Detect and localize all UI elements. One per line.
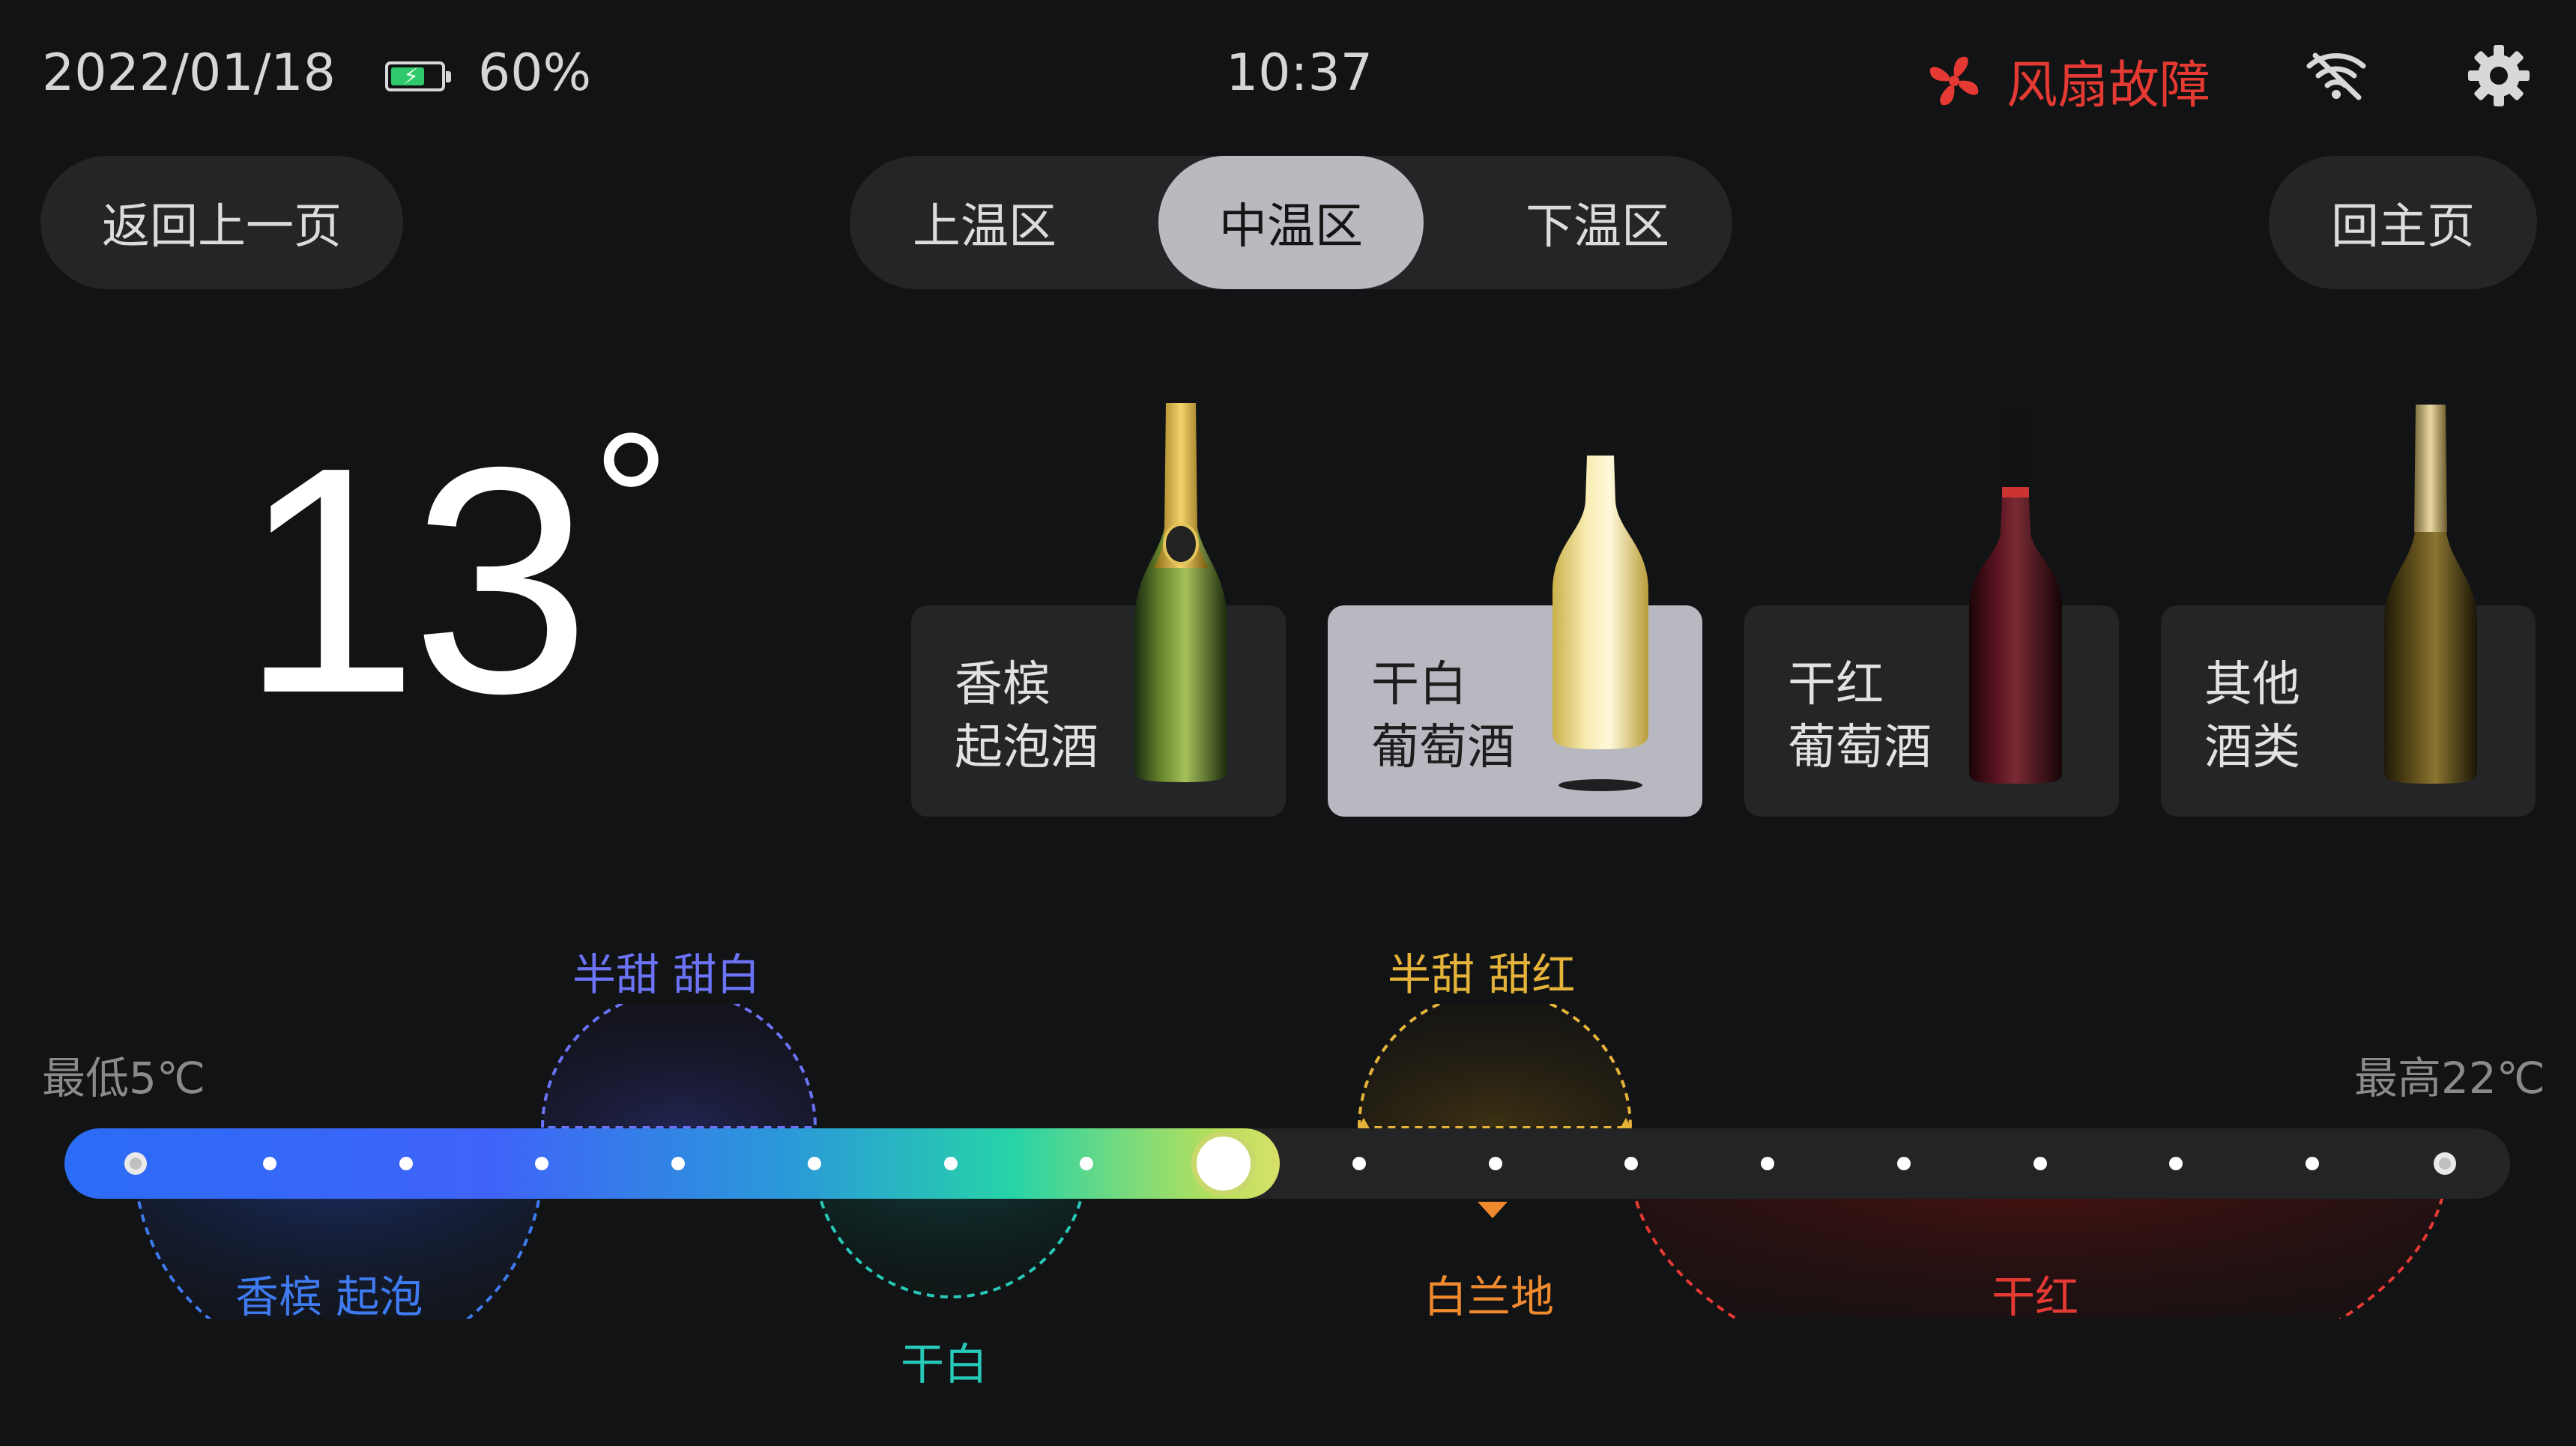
scale-tick — [944, 1157, 958, 1170]
white-wine-bottle-icon — [1552, 373, 1648, 791]
scale-tick — [1352, 1157, 1366, 1170]
clock-time: 10:37 — [1226, 43, 1373, 103]
scale-tick — [1489, 1157, 1502, 1170]
wine-card-label: 干红 葡萄酒 — [1788, 657, 1932, 775]
range-label-semi-sweet-red: 半甜 甜红 — [1388, 949, 1576, 1000]
scale-tick — [535, 1157, 548, 1170]
scale-tick — [2169, 1157, 2183, 1170]
scale-tick — [399, 1157, 413, 1170]
date-text: 2022/01/18 — [42, 43, 336, 103]
range-label-semi-sweet-white: 半甜 甜白 — [572, 949, 761, 1000]
battery-icon: ⚡ — [385, 61, 451, 91]
range-label-brandy: 白兰地 — [1424, 1271, 1555, 1322]
scale-tick — [124, 1152, 147, 1175]
scale-tick — [2034, 1157, 2047, 1170]
scale-tick — [808, 1157, 821, 1170]
gear-icon[interactable] — [2467, 43, 2531, 108]
back-button[interactable]: 返回上一页 — [40, 156, 403, 289]
scale-tick — [1897, 1157, 1911, 1170]
wine-card-label: 香槟 起泡酒 — [955, 657, 1098, 775]
champagne-bottle-icon — [1134, 403, 1227, 782]
wine-card-label: 其他 酒类 — [2204, 657, 2300, 775]
red-wine-bottle-icon — [1969, 405, 2062, 784]
zone-selector: 上温区 中温区 下温区 — [850, 156, 1732, 289]
scale-tick — [1761, 1157, 1774, 1170]
scale-tick — [1080, 1157, 1093, 1170]
scale-tick — [2306, 1157, 2319, 1170]
temperature-value: 13 — [240, 401, 590, 760]
battery-percent: 60% — [478, 43, 592, 103]
tab-middle-zone[interactable]: 中温区 — [1158, 156, 1424, 289]
current-temperature: 13° — [240, 405, 670, 742]
tab-lower-zone[interactable]: 下温区 — [1463, 156, 1732, 289]
range-label-dry-white: 干白 — [901, 1339, 988, 1390]
degree-symbol: ° — [592, 393, 670, 611]
range-label-champagne: 香槟 起泡 — [235, 1271, 423, 1322]
tab-upper-zone[interactable]: 上温区 — [850, 156, 1119, 289]
temperature-scale-track[interactable] — [64, 1128, 2510, 1199]
home-button[interactable]: 回主页 — [2269, 156, 2537, 289]
wifi-off-icon[interactable] — [2305, 49, 2368, 102]
fan-fault-text: 风扇故障 — [2007, 56, 2211, 115]
wine-card-label: 干白 葡萄酒 — [1371, 657, 1515, 775]
scale-tick — [263, 1157, 276, 1170]
scale-tick — [2434, 1152, 2456, 1175]
temperature-slider-knob[interactable] — [1191, 1131, 1256, 1196]
other-wine-bottle-icon — [2384, 405, 2477, 784]
scale-tick — [671, 1157, 685, 1170]
range-label-dry-red: 干红 — [1992, 1271, 2079, 1322]
fan-icon — [1929, 56, 1979, 105]
fan-fault-alert[interactable]: 风扇故障 — [1924, 43, 2210, 118]
scale-tick — [1624, 1157, 1638, 1170]
